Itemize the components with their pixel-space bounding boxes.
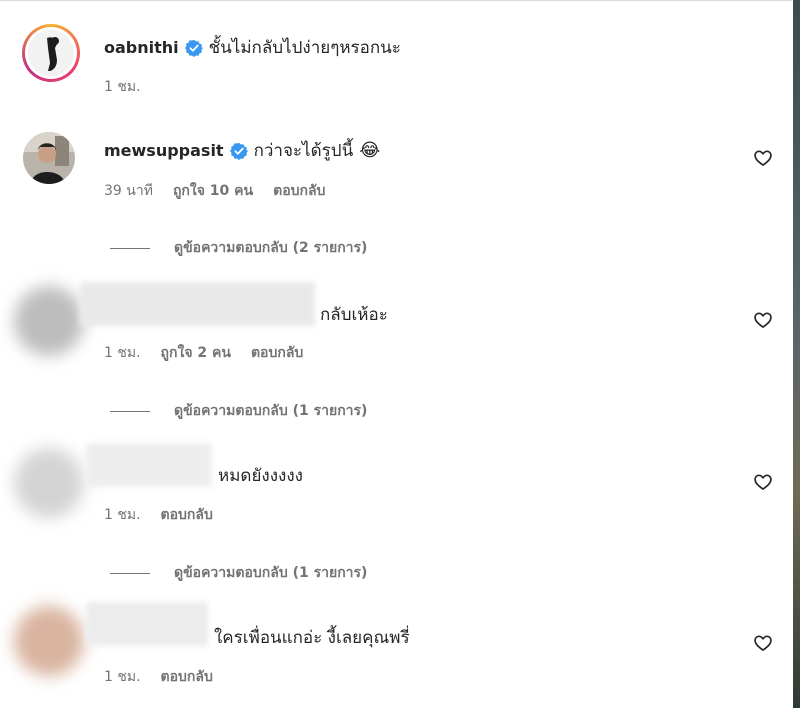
comment-time[interactable]: 39 นาที <box>104 180 153 202</box>
comment-time[interactable]: 1 ชม. <box>104 666 141 688</box>
view-replies-button[interactable]: ดูข้อความตอบกลับ (1 รายการ) <box>110 562 367 584</box>
view-replies-label: ดูข้อความตอบกลับ (1 รายการ) <box>174 565 368 581</box>
heart-icon[interactable] <box>753 148 773 168</box>
view-replies-button[interactable]: ดูข้อความตอบกลับ (2 รายการ) <box>110 237 367 259</box>
verified-badge-icon <box>229 142 248 160</box>
view-replies-line <box>110 410 150 412</box>
username-blurred[interactable] <box>80 282 315 326</box>
comment-time[interactable]: 1 ชม. <box>104 76 141 98</box>
reply-button[interactable]: ตอบกลับ <box>161 666 213 688</box>
verified-badge-icon <box>184 39 203 57</box>
reply-button[interactable]: ตอบกลับ <box>251 342 303 364</box>
likes-count[interactable]: ถูกใจ 2 คน <box>161 342 231 364</box>
likes-count[interactable]: ถูกใจ 10 คน <box>173 180 253 202</box>
comment-text: กลับเห้อะ <box>320 305 388 325</box>
view-replies-label: ดูข้อความตอบกลับ (1 รายการ) <box>174 403 368 419</box>
username-blurred[interactable] <box>86 443 212 487</box>
heart-icon[interactable] <box>753 633 773 653</box>
view-replies-line <box>110 572 150 574</box>
view-replies-button[interactable]: ดูข้อความตอบกลับ (1 รายการ) <box>110 400 367 422</box>
avatar-blurred[interactable] <box>14 448 84 518</box>
comment-text: ชั้นไม่กลับไปง่ายๆหรอกนะ <box>208 38 401 58</box>
background-edge-image <box>793 0 800 708</box>
laughing-tears-emoji: 😂 <box>359 140 381 161</box>
username-blurred[interactable] <box>86 602 208 646</box>
reply-button[interactable]: ตอบกลับ <box>273 180 325 202</box>
comment-username[interactable]: oabnithi <box>104 38 179 57</box>
comment-text: ใครเพื่อนแกอ่ะ งี้เลยคุณพรี่ <box>214 628 410 648</box>
comment-username[interactable]: mewsuppasit <box>104 141 224 160</box>
avatar-oabnithi[interactable] <box>22 24 80 82</box>
comment-time[interactable]: 1 ชม. <box>104 504 141 526</box>
avatar-mewsuppasit[interactable] <box>23 132 75 184</box>
view-replies-label: ดูข้อความตอบกลับ (2 รายการ) <box>174 240 368 256</box>
comment-time[interactable]: 1 ชม. <box>104 342 141 364</box>
avatar-blurred[interactable] <box>14 286 84 356</box>
comment-text: หมดยังงงงง <box>218 466 303 486</box>
heart-icon[interactable] <box>753 472 773 492</box>
heart-icon[interactable] <box>753 310 773 330</box>
avatar-blurred[interactable] <box>14 606 84 676</box>
comment-text: กว่าจะได้รูปนี้ <box>253 141 354 161</box>
reply-button[interactable]: ตอบกลับ <box>161 504 213 526</box>
top-divider <box>0 0 792 1</box>
view-replies-line <box>110 247 150 249</box>
